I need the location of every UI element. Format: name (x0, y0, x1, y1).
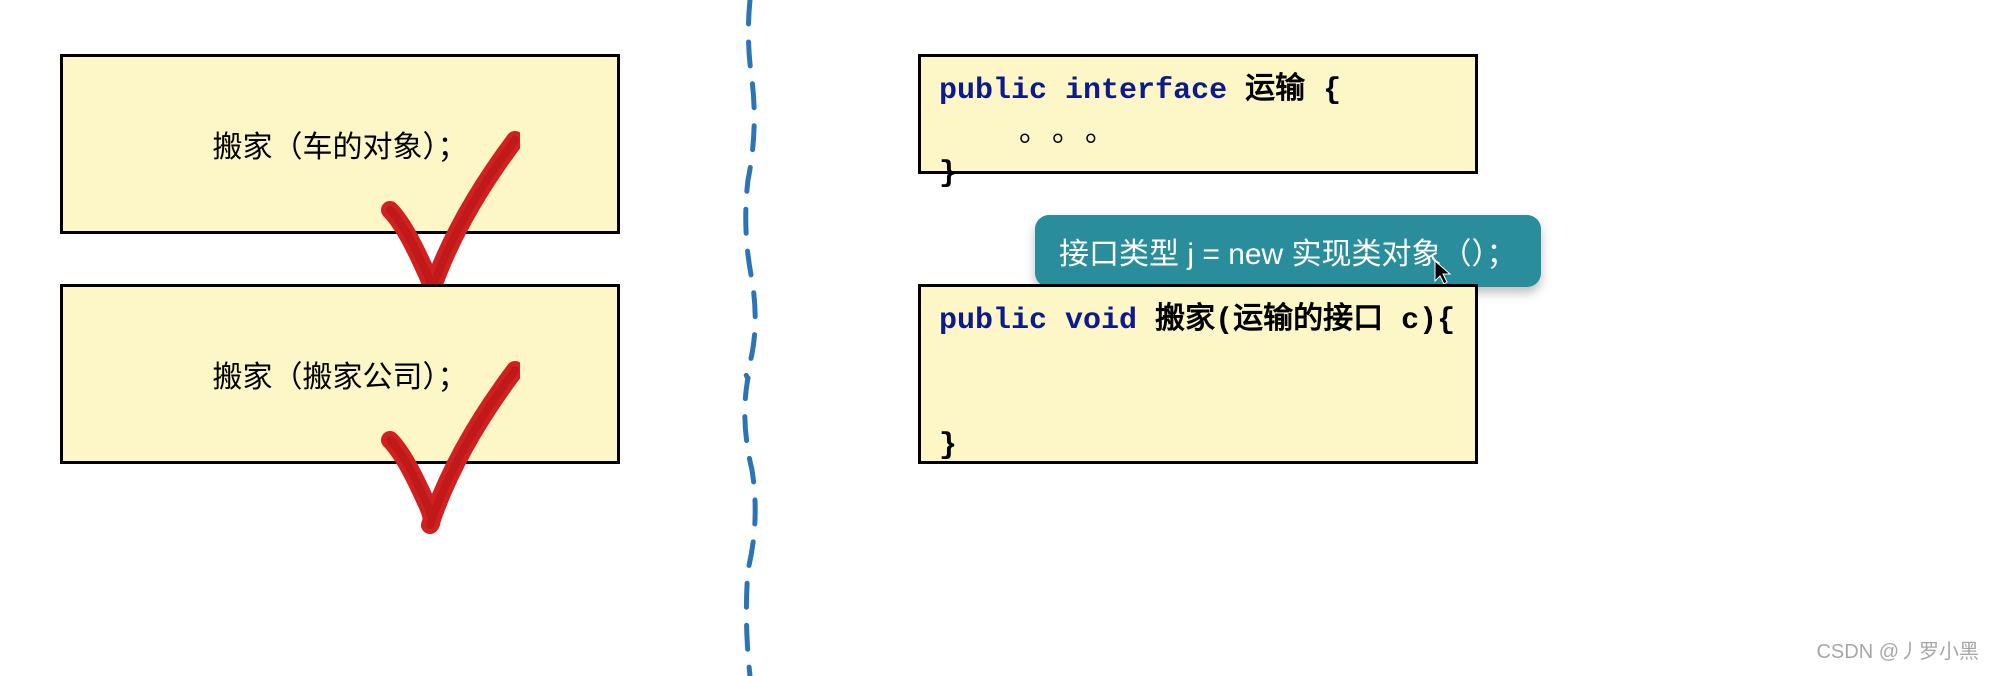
keyword-public: public (939, 304, 1047, 338)
method-body-empty (939, 342, 1457, 426)
keyword-interface: interface (1065, 74, 1227, 108)
interface-name: 运输 { (1245, 74, 1341, 108)
interface-instantiation-label: 接口类型 j = new 实现类对象（）； (1035, 215, 1541, 287)
keyword-void: void (1065, 304, 1137, 338)
method-decl-line: public void 搬家(运输的接口 c){ (939, 301, 1457, 342)
left-call-text-2: 搬家（搬家公司）； (63, 352, 617, 396)
left-call-text-1: 搬家（车的对象）； (63, 122, 617, 166)
method-signature: 搬家(运输的接口 c){ (1155, 304, 1455, 338)
divider-line (730, 0, 770, 676)
keyword-public: public (939, 74, 1047, 108)
interface-code-box: public interface 运输 { 。。。 } (918, 54, 1478, 174)
left-call-box-1: 搬家（车的对象）； (60, 54, 620, 234)
interface-decl-line: public interface 运输 { (939, 71, 1457, 112)
method-close-brace: } (939, 426, 1457, 467)
watermark-text: CSDN @丿罗小黑 (1816, 635, 1979, 664)
interface-body-dots: 。。。 (939, 112, 1457, 155)
label-text: 接口类型 j = new 实现类对象（）； (1059, 238, 1517, 271)
interface-close-brace: } (939, 154, 1457, 195)
left-call-box-2: 搬家（搬家公司）； (60, 284, 620, 464)
method-code-box: public void 搬家(运输的接口 c){ } (918, 284, 1478, 464)
